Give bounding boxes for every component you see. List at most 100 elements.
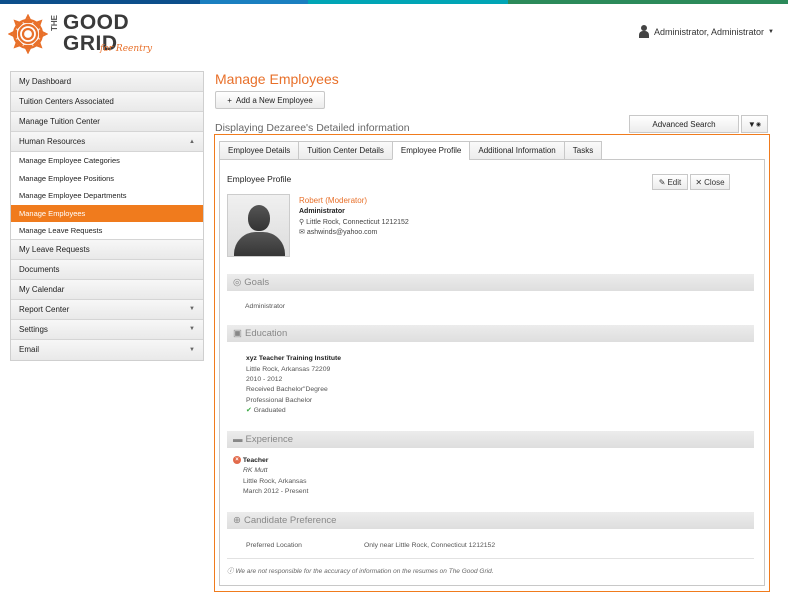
profile-name[interactable]: Robert (Moderator) xyxy=(299,196,367,205)
sidebar-item-report-center[interactable]: Report Center ▼ xyxy=(11,299,203,320)
book-icon: ▣ xyxy=(233,328,242,339)
sidebar-subitem-label: Manage Employee Positions xyxy=(19,173,115,183)
envelope-icon: ✉ xyxy=(299,229,305,236)
eye-icon: ◉ xyxy=(755,121,762,128)
close-label: Close xyxy=(704,177,725,187)
filter-icon: ▼ xyxy=(747,119,756,129)
sidebar-subitem-manage-employee-categories[interactable]: Manage Employee Categories xyxy=(11,152,203,170)
display-info-heading: Displaying Dezaree's Detailed informatio… xyxy=(215,122,410,134)
sidebar-subitem-label: Manage Leave Requests xyxy=(19,225,103,235)
education-status-text: Graduated xyxy=(253,407,286,414)
logo-good: GOOD xyxy=(63,11,130,34)
profile-email-text: ashwinds@yahoo.com xyxy=(306,229,378,236)
avatar xyxy=(227,194,290,257)
chevron-down-icon: ▼ xyxy=(189,326,195,332)
disclaimer-text: We are not responsible for the accuracy … xyxy=(235,568,494,575)
sidebar-item-my-calendar[interactable]: My Calendar xyxy=(11,279,203,300)
top-bar-segment-2 xyxy=(200,0,308,4)
experience-role: × Teacher xyxy=(233,456,268,466)
sidebar-item-label: Email xyxy=(19,345,40,354)
filter-toggle-button[interactable]: ▼ ◉ xyxy=(741,115,768,133)
sidebar-item-label: My Calendar xyxy=(19,284,65,294)
profile-role: Administrator xyxy=(299,208,345,215)
add-employee-label: Add a New Employee xyxy=(235,95,313,105)
goals-text: Administrator xyxy=(245,303,286,310)
sidebar-subitem-manage-employees[interactable]: Manage Employees xyxy=(11,204,203,222)
logo-the: THE xyxy=(50,15,59,31)
sidebar-subitem-manage-employee-positions[interactable]: Manage Employee Positions xyxy=(11,169,203,187)
sidebar-subitem-manage-leave-requests[interactable]: Manage Leave Requests xyxy=(11,222,203,240)
top-bar-segment-3 xyxy=(308,0,508,4)
goals-section-header: ◎ Goals xyxy=(227,274,754,291)
education-header-label: Education xyxy=(244,328,288,339)
sidebar-item-label: Tuition Centers Associated xyxy=(19,97,114,106)
detail-tabs: Employee Details Tuition Center Details … xyxy=(219,141,603,160)
checkmark-icon: ✔ xyxy=(246,407,252,414)
sidebar-item-my-leave-requests[interactable]: My Leave Requests xyxy=(11,239,203,260)
edit-button[interactable]: ✎ Edit xyxy=(652,174,688,190)
education-level: Professional Bachelor xyxy=(246,397,313,404)
sidebar-item-tuition-centers-associated[interactable]: Tuition Centers Associated xyxy=(11,92,203,112)
gear-logo-icon xyxy=(8,14,48,54)
education-institution: xyz Teacher Training Institute xyxy=(246,355,342,362)
sidebar-item-human-resources[interactable]: Human Resources ▲ xyxy=(11,132,203,152)
map-pin-icon: ⚲ xyxy=(299,219,305,226)
tab-tuition-center-details[interactable]: Tuition Center Details xyxy=(298,141,392,160)
profile-location: ⚲ Little Rock, Connecticut 1212152 xyxy=(299,218,409,226)
goals-header-label: Goals xyxy=(244,277,270,288)
info-icon: ⓘ xyxy=(227,568,234,575)
sidebar-item-settings[interactable]: Settings ▼ xyxy=(11,319,203,340)
experience-section-header: ▬ Experience xyxy=(227,431,754,448)
tab-employee-details[interactable]: Employee Details xyxy=(219,141,299,160)
tab-tasks[interactable]: Tasks xyxy=(563,141,603,160)
sidebar-item-label: Report Center xyxy=(19,304,70,314)
sidebar-item-label: My Leave Requests xyxy=(19,244,90,254)
sidebar-item-documents[interactable]: Documents xyxy=(11,259,203,280)
education-degree: Received Bachelor"Degree xyxy=(246,386,328,393)
sidebar-item-email[interactable]: Email ▼ xyxy=(11,339,203,360)
target-icon: ◎ xyxy=(233,277,242,288)
chevron-down-icon: ▼ xyxy=(189,306,195,312)
education-years: 2010 - 2012 xyxy=(246,376,283,383)
user-menu[interactable]: Administrator, Administrator ▼ xyxy=(638,25,774,39)
experience-marker-icon: × xyxy=(233,456,241,465)
plus-circle-icon: ⊕ xyxy=(233,515,241,526)
preference-header-label: Candidate Preference xyxy=(243,515,337,526)
sidebar-subitem-manage-employee-departments[interactable]: Manage Employee Departments xyxy=(11,187,203,205)
experience-header-label: Experience xyxy=(245,434,294,445)
tab-employee-profile[interactable]: Employee Profile xyxy=(391,141,470,160)
advanced-search-button[interactable]: Advanced Search xyxy=(629,115,739,133)
sidebar-item-manage-tuition-center[interactable]: Manage Tuition Center xyxy=(11,112,203,132)
add-employee-button[interactable]: + Add a New Employee xyxy=(215,91,325,109)
plus-icon: + xyxy=(227,95,232,105)
pencil-icon: ✎ xyxy=(658,177,666,187)
sidebar-item-my-dashboard[interactable]: My Dashboard xyxy=(11,72,203,92)
top-bar-segment-4 xyxy=(508,0,788,4)
top-bar-segment-1 xyxy=(0,0,200,4)
profile-email[interactable]: ✉ ashwinds@yahoo.com xyxy=(299,228,377,236)
sidebar: My Dashboard Tuition Centers Associated … xyxy=(10,71,204,361)
briefcase-icon: ▬ xyxy=(233,434,243,445)
caret-down-icon: ▼ xyxy=(768,29,774,35)
education-status: ✔ Graduated xyxy=(246,406,286,416)
close-button[interactable]: ✕ Close xyxy=(690,174,730,190)
page-title: Manage Employees xyxy=(215,71,339,87)
logo-reentry: for Reentry xyxy=(100,44,153,54)
disclaimer-note: ⓘ We are not responsible for the accurac… xyxy=(227,565,494,575)
sidebar-subitem-label: Manage Employees xyxy=(19,208,86,218)
divider xyxy=(227,558,754,559)
sidebar-subitem-label: Manage Employee Categories xyxy=(19,156,120,166)
sidebar-item-label: Settings xyxy=(19,324,48,334)
tab-additional-information[interactable]: Additional Information xyxy=(469,141,564,160)
profile-title: Employee Profile xyxy=(227,174,292,184)
chevron-down-icon: ▼ xyxy=(189,346,195,353)
edit-label: Edit xyxy=(667,177,682,187)
preference-value: Only near Little Rock, Connecticut 12121… xyxy=(364,542,496,549)
logo[interactable]: THE GOOD GRID for Reentry xyxy=(8,12,158,58)
chevron-up-icon: ▲ xyxy=(189,138,195,145)
sidebar-item-label: My Dashboard xyxy=(19,77,72,86)
top-color-bar xyxy=(0,0,788,4)
experience-location: Little Rock, Arkansas xyxy=(243,478,307,485)
education-section-header: ▣ Education xyxy=(227,325,754,342)
experience-company: RK Mutt xyxy=(243,467,268,474)
